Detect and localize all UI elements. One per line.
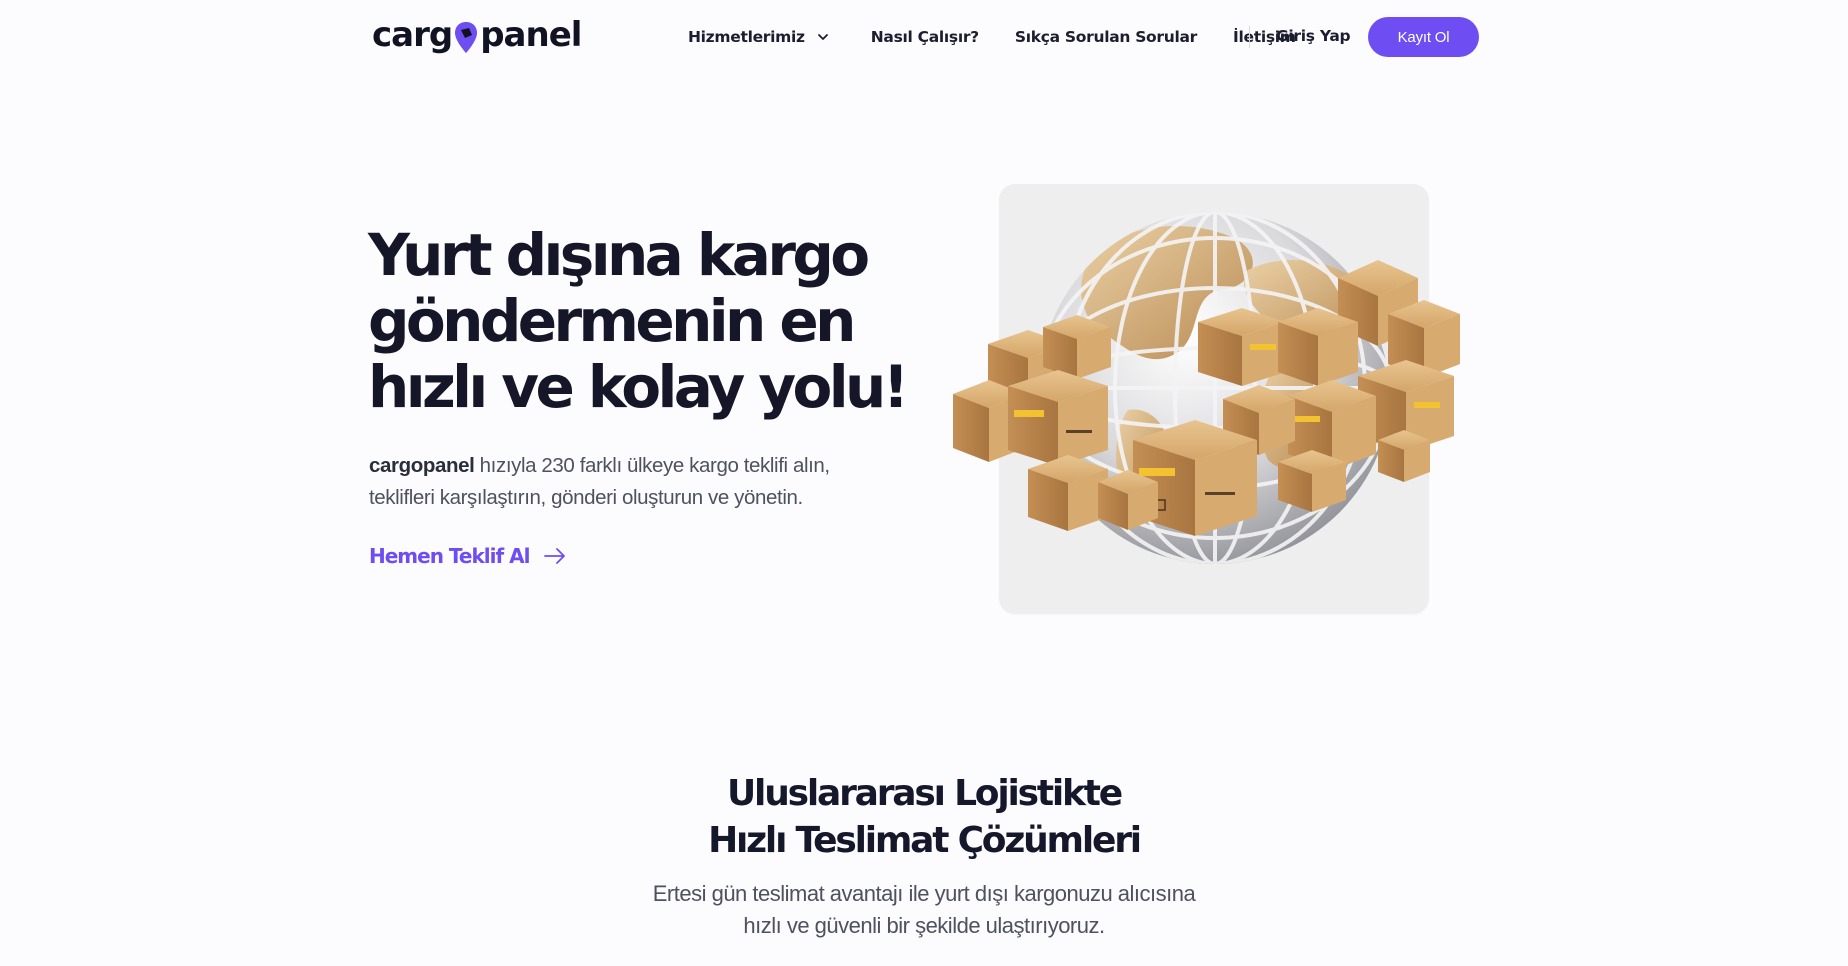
section-subtitle: Ertesi gün teslimat avantajı ile yurt dı… [0, 878, 1848, 942]
location-pin-logo-icon [455, 22, 478, 53]
hero-title-line: göndermenin en [368, 287, 856, 355]
nav-item-faq[interactable]: Sıkça Sorulan Sorular [1015, 28, 1197, 46]
nav-item-label: Hizmetlerimiz [688, 28, 805, 46]
signup-button[interactable]: Kayıt Ol [1368, 17, 1479, 57]
section-subtitle-line: Ertesi gün teslimat avantajı ile yurt dı… [652, 881, 1196, 906]
logo-text-part1: carg [372, 15, 453, 55]
hero-title-line: Yurt dışına kargo [368, 221, 870, 289]
cargopanel-logo[interactable]: carg panel [372, 14, 582, 56]
hero-description-line: cargopanel hızıyla 230 farklı ülkeye kar… [369, 450, 889, 482]
top-navbar: carg panel Hizmetlerimiz Nasıl Çalışır? … [0, 0, 1848, 74]
section-title: Uluslararası Lojistikte Hızlı Teslimat Ç… [0, 770, 1848, 864]
globe-with-boxes-illustration [953, 212, 1460, 564]
section-title-line: Uluslararası Lojistikte [727, 773, 1123, 814]
hero-description: cargopanel hızıyla 230 farklı ülkeye kar… [369, 450, 889, 514]
hero-title-line: hızlı ve kolay yolu! [368, 353, 909, 421]
hero-title: Yurt dışına kargo göndermenin en hızlı v… [368, 221, 909, 421]
section-title-line: Hızlı Teslimat Çözümleri [708, 820, 1142, 861]
logo-text-part2: panel [480, 15, 582, 55]
hero-brand-name: cargopanel [369, 454, 475, 477]
get-quote-link[interactable]: Hemen Teklif Al [369, 544, 567, 568]
get-quote-label: Hemen Teklif Al [369, 544, 530, 568]
login-link[interactable]: Giriş Yap [1276, 27, 1351, 45]
hero-description-line: teklifleri karşılaştırın, gönderi oluştu… [369, 486, 803, 509]
nav-item-how-it-works[interactable]: Nasıl Çalışır? [871, 28, 979, 46]
arrow-right-icon [544, 548, 566, 564]
chevron-down-icon [817, 34, 828, 40]
nav-divider [1249, 26, 1250, 48]
hero-description-text: hızıyla 230 farklı ülkeye kargo teklifi … [474, 454, 830, 477]
nav-item-services[interactable]: Hizmetlerimiz [688, 28, 829, 46]
section-subtitle-line: hızlı ve güvenli bir şekilde ulaştırıyor… [743, 913, 1105, 938]
main-nav: Hizmetlerimiz Nasıl Çalışır? Sıkça Sorul… [688, 24, 1296, 50]
